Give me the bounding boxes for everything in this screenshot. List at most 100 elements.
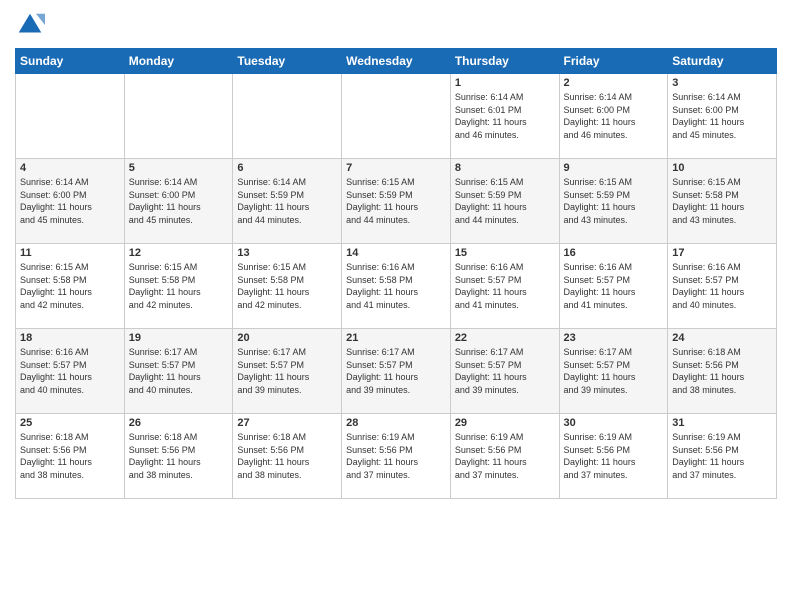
day-info: Sunrise: 6:17 AM Sunset: 5:57 PM Dayligh…	[346, 346, 446, 396]
day-number: 24	[672, 332, 772, 344]
day-info: Sunrise: 6:15 AM Sunset: 5:59 PM Dayligh…	[564, 176, 664, 226]
day-number: 20	[237, 332, 337, 344]
day-number: 29	[455, 417, 555, 429]
day-number: 31	[672, 417, 772, 429]
day-info: Sunrise: 6:19 AM Sunset: 5:56 PM Dayligh…	[455, 431, 555, 481]
day-number: 1	[455, 77, 555, 89]
day-info: Sunrise: 6:19 AM Sunset: 5:56 PM Dayligh…	[672, 431, 772, 481]
calendar-cell: 19 Sunrise: 6:17 AM Sunset: 5:57 PM Dayli…	[124, 329, 233, 414]
day-number: 27	[237, 417, 337, 429]
calendar-week-4: 25 Sunrise: 6:18 AM Sunset: 5:56 PM Dayli…	[16, 414, 777, 499]
calendar-cell: 12Sunrise: 6:15 AM Sunset: 5:58 PM Dayli…	[124, 244, 233, 329]
day-number: 9	[564, 162, 664, 174]
day-info: Sunrise: 6:16 AM Sunset: 5:57 PM Dayligh…	[455, 261, 555, 311]
calendar-cell: 24Sunrise: 6:18 AM Sunset: 5:56 PM Dayli…	[668, 329, 777, 414]
calendar-week-1: 4 Sunrise: 6:14 AM Sunset: 6:00 PM Daylig…	[16, 159, 777, 244]
calendar-week-3: 18 Sunrise: 6:16 AM Sunset: 5:57 PM Dayli…	[16, 329, 777, 414]
calendar-cell: 31 Sunrise: 6:19 AM Sunset: 5:56 PM Dayli…	[668, 414, 777, 499]
weekday-monday: Monday	[124, 49, 233, 74]
calendar-cell	[16, 74, 125, 159]
calendar-cell: 16 Sunrise: 6:16 AM Sunset: 5:57 PM Dayli…	[559, 244, 668, 329]
day-number: 18	[20, 332, 120, 344]
calendar-cell: 29 Sunrise: 6:19 AM Sunset: 5:56 PM Dayli…	[450, 414, 559, 499]
calendar-cell: 5 Sunrise: 6:14 AM Sunset: 6:00 PM Daylig…	[124, 159, 233, 244]
day-info: Sunrise: 6:16 AM Sunset: 5:57 PM Dayligh…	[564, 261, 664, 311]
calendar-cell: 11 Sunrise: 6:15 AM Sunset: 5:58 PM Dayli…	[16, 244, 125, 329]
day-number: 23	[564, 332, 664, 344]
day-number: 2	[564, 77, 664, 89]
calendar-table: SundayMondayTuesdayWednesdayThursdayFrid…	[15, 48, 777, 499]
weekday-saturday: Saturday	[668, 49, 777, 74]
day-info: Sunrise: 6:16 AM Sunset: 5:57 PM Dayligh…	[20, 346, 120, 396]
day-info: Sunrise: 6:15 AM Sunset: 5:58 PM Dayligh…	[20, 261, 120, 311]
calendar-cell: 3Sunrise: 6:14 AM Sunset: 6:00 PM Daylig…	[668, 74, 777, 159]
day-info: Sunrise: 6:16 AM Sunset: 5:57 PM Dayligh…	[672, 261, 772, 311]
calendar-week-2: 11 Sunrise: 6:15 AM Sunset: 5:58 PM Dayli…	[16, 244, 777, 329]
day-info: Sunrise: 6:14 AM Sunset: 5:59 PM Dayligh…	[237, 176, 337, 226]
day-info: Sunrise: 6:17 AM Sunset: 5:57 PM Dayligh…	[129, 346, 229, 396]
day-number: 6	[237, 162, 337, 174]
weekday-wednesday: Wednesday	[342, 49, 451, 74]
day-number: 4	[20, 162, 120, 174]
day-info: Sunrise: 6:14 AM Sunset: 6:00 PM Dayligh…	[129, 176, 229, 226]
day-number: 21	[346, 332, 446, 344]
weekday-header-row: SundayMondayTuesdayWednesdayThursdayFrid…	[16, 49, 777, 74]
day-info: Sunrise: 6:15 AM Sunset: 5:58 PM Dayligh…	[672, 176, 772, 226]
page-header	[15, 10, 777, 40]
calendar-cell: 27Sunrise: 6:18 AM Sunset: 5:56 PM Dayli…	[233, 414, 342, 499]
day-number: 3	[672, 77, 772, 89]
calendar-cell: 6 Sunrise: 6:14 AM Sunset: 5:59 PM Daylig…	[233, 159, 342, 244]
calendar-cell	[124, 74, 233, 159]
day-number: 15	[455, 247, 555, 259]
day-number: 25	[20, 417, 120, 429]
calendar-cell: 17 Sunrise: 6:16 AM Sunset: 5:57 PM Dayli…	[668, 244, 777, 329]
day-number: 19	[129, 332, 229, 344]
weekday-tuesday: Tuesday	[233, 49, 342, 74]
day-info: Sunrise: 6:15 AM Sunset: 5:58 PM Dayligh…	[237, 261, 337, 311]
day-number: 17	[672, 247, 772, 259]
day-number: 30	[564, 417, 664, 429]
day-number: 28	[346, 417, 446, 429]
calendar-cell: 15 Sunrise: 6:16 AM Sunset: 5:57 PM Dayli…	[450, 244, 559, 329]
day-number: 10	[672, 162, 772, 174]
day-info: Sunrise: 6:19 AM Sunset: 5:56 PM Dayligh…	[346, 431, 446, 481]
weekday-sunday: Sunday	[16, 49, 125, 74]
day-number: 13	[237, 247, 337, 259]
day-number: 16	[564, 247, 664, 259]
day-info: Sunrise: 6:15 AM Sunset: 5:59 PM Dayligh…	[346, 176, 446, 226]
weekday-friday: Friday	[559, 49, 668, 74]
day-number: 5	[129, 162, 229, 174]
calendar-cell: 14 Sunrise: 6:16 AM Sunset: 5:58 PM Dayli…	[342, 244, 451, 329]
day-number: 22	[455, 332, 555, 344]
day-number: 12	[129, 247, 229, 259]
calendar-cell: 10 Sunrise: 6:15 AM Sunset: 5:58 PM Dayli…	[668, 159, 777, 244]
calendar-cell: 1 Sunrise: 6:14 AM Sunset: 6:01 PM Daylig…	[450, 74, 559, 159]
calendar-cell: 30Sunrise: 6:19 AM Sunset: 5:56 PM Dayli…	[559, 414, 668, 499]
day-info: Sunrise: 6:17 AM Sunset: 5:57 PM Dayligh…	[455, 346, 555, 396]
calendar-cell: 28 Sunrise: 6:19 AM Sunset: 5:56 PM Dayli…	[342, 414, 451, 499]
day-info: Sunrise: 6:16 AM Sunset: 5:58 PM Dayligh…	[346, 261, 446, 311]
calendar-cell	[342, 74, 451, 159]
day-info: Sunrise: 6:14 AM Sunset: 6:01 PM Dayligh…	[455, 91, 555, 141]
day-info: Sunrise: 6:14 AM Sunset: 6:00 PM Dayligh…	[564, 91, 664, 141]
weekday-thursday: Thursday	[450, 49, 559, 74]
calendar-cell: 21 Sunrise: 6:17 AM Sunset: 5:57 PM Dayli…	[342, 329, 451, 414]
calendar-cell: 25 Sunrise: 6:18 AM Sunset: 5:56 PM Dayli…	[16, 414, 125, 499]
day-number: 11	[20, 247, 120, 259]
calendar-cell: 4 Sunrise: 6:14 AM Sunset: 6:00 PM Daylig…	[16, 159, 125, 244]
day-number: 7	[346, 162, 446, 174]
calendar-cell: 9 Sunrise: 6:15 AM Sunset: 5:59 PM Daylig…	[559, 159, 668, 244]
day-info: Sunrise: 6:17 AM Sunset: 5:57 PM Dayligh…	[237, 346, 337, 396]
day-info: Sunrise: 6:17 AM Sunset: 5:57 PM Dayligh…	[564, 346, 664, 396]
calendar-cell: 18 Sunrise: 6:16 AM Sunset: 5:57 PM Dayli…	[16, 329, 125, 414]
day-number: 14	[346, 247, 446, 259]
logo	[15, 10, 47, 40]
calendar-cell: 22 Sunrise: 6:17 AM Sunset: 5:57 PM Dayli…	[450, 329, 559, 414]
day-info: Sunrise: 6:15 AM Sunset: 5:59 PM Dayligh…	[455, 176, 555, 226]
calendar-cell	[233, 74, 342, 159]
calendar-cell: 13 Sunrise: 6:15 AM Sunset: 5:58 PM Dayli…	[233, 244, 342, 329]
day-info: Sunrise: 6:18 AM Sunset: 5:56 PM Dayligh…	[20, 431, 120, 481]
day-info: Sunrise: 6:14 AM Sunset: 6:00 PM Dayligh…	[20, 176, 120, 226]
calendar-cell: 20 Sunrise: 6:17 AM Sunset: 5:57 PM Dayli…	[233, 329, 342, 414]
day-number: 26	[129, 417, 229, 429]
